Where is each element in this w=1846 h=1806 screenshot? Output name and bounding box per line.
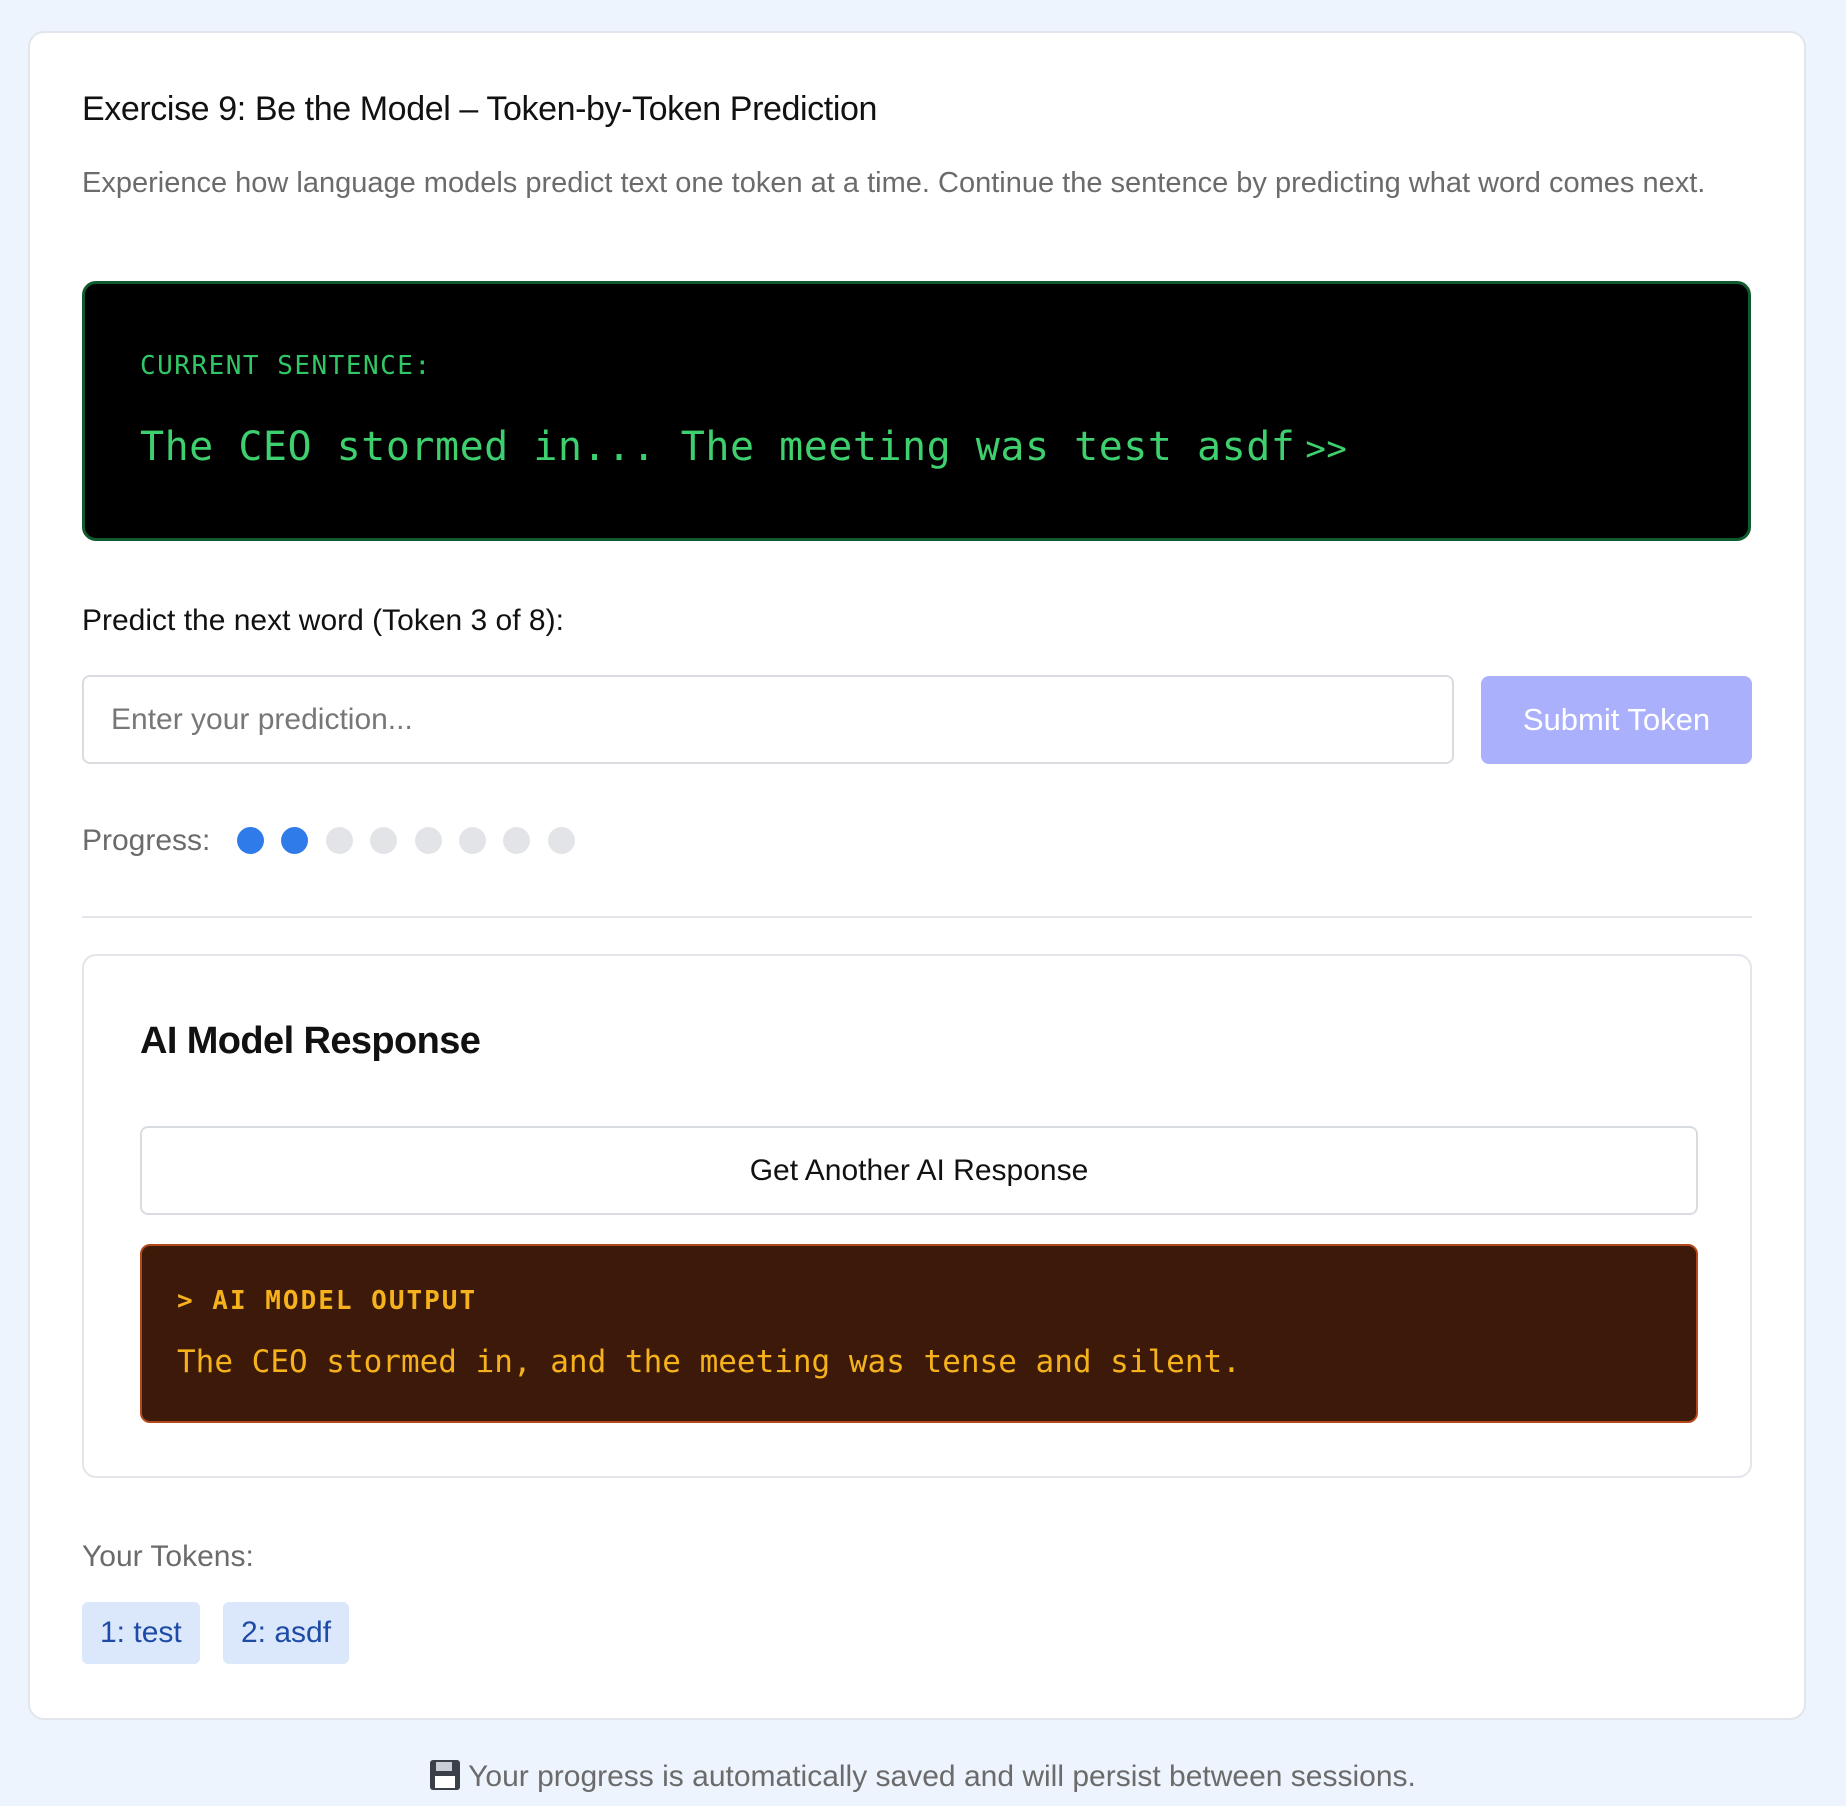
exercise-title: Exercise 9: Be the Model – Token-by-Toke… bbox=[82, 90, 878, 128]
autosave-text: Your progress is automatically saved and… bbox=[468, 1760, 1416, 1793]
progress-label: Progress: bbox=[82, 824, 211, 857]
progress-dot-pending bbox=[414, 827, 442, 854]
your-tokens-label: Your Tokens: bbox=[82, 1540, 254, 1573]
submit-token-button[interactable]: Submit Token bbox=[1481, 676, 1752, 764]
prediction-label: Predict the next word (Token 3 of 8): bbox=[82, 604, 564, 637]
ai-response-panel: AI Model Response Get Another AI Respons… bbox=[82, 954, 1752, 1478]
get-another-ai-response-button[interactable]: Get Another AI Response bbox=[140, 1126, 1698, 1215]
prediction-input[interactable] bbox=[82, 675, 1454, 764]
progress-dot-pending bbox=[370, 827, 398, 854]
progress-dot-pending bbox=[547, 827, 575, 854]
ai-output-label: > AI MODEL OUTPUT bbox=[177, 1286, 478, 1316]
token-chip: 2: asdf bbox=[223, 1602, 350, 1664]
current-sentence-terminal: CURRENT SENTENCE: The CEO stormed in... … bbox=[82, 281, 1751, 541]
section-divider bbox=[82, 916, 1752, 918]
current-sentence-text: The CEO stormed in... The meeting was te… bbox=[140, 424, 1347, 470]
progress-dot-pending bbox=[459, 827, 486, 854]
token-chip: 1: test bbox=[82, 1602, 200, 1664]
progress-dot-complete bbox=[237, 827, 264, 854]
progress-dot-pending bbox=[325, 827, 353, 854]
cursor-prompt: >> bbox=[1305, 429, 1348, 469]
current-sentence-label: CURRENT SENTENCE: bbox=[140, 351, 432, 381]
floppy-disk-icon bbox=[430, 1760, 461, 1790]
exercise-description: Experience how language models predict t… bbox=[82, 167, 1706, 199]
ai-output-text: The CEO stormed in, and the meeting was … bbox=[177, 1344, 1241, 1380]
autosave-note: Your progress is automatically saved and… bbox=[0, 1760, 1846, 1794]
sentence-text: The CEO stormed in... The meeting was te… bbox=[140, 424, 1296, 470]
ai-model-output: > AI MODEL OUTPUT The CEO stormed in, an… bbox=[140, 1244, 1698, 1423]
ai-response-title: AI Model Response bbox=[140, 1020, 481, 1062]
